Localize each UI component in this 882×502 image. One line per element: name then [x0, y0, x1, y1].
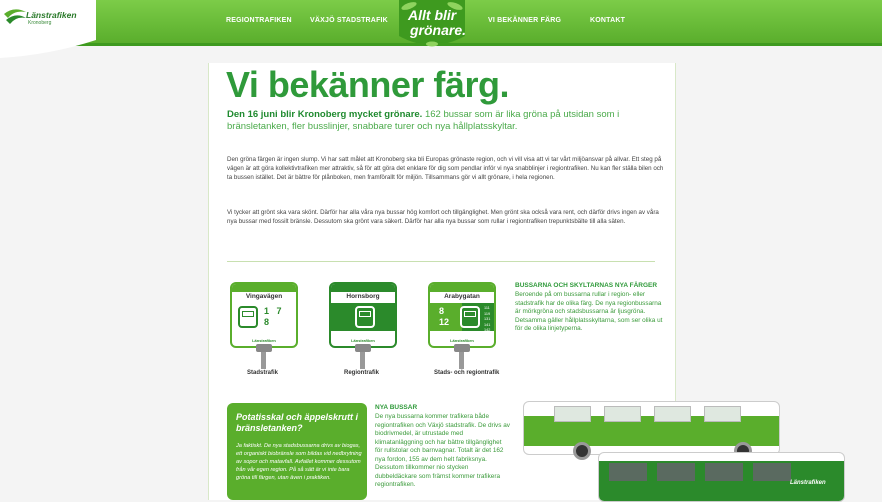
- bus-icon: [460, 306, 480, 328]
- nav-kontakt[interactable]: KONTAKT: [590, 17, 625, 24]
- slogan-line-1: Allt blir: [408, 7, 457, 23]
- sign-label-regiontrafik: Regiontrafik: [344, 370, 380, 376]
- lead-paragraph: Den 16 juni blir Kronoberg mycket grönar…: [227, 109, 667, 133]
- sign-logo: Länstrafiken: [450, 338, 474, 343]
- sign-line-numbers: 1 7 8: [264, 306, 282, 327]
- sign-pole: [261, 352, 266, 369]
- nav-vi-bekanner-farg[interactable]: VI BEKÄNNER FÄRG: [488, 17, 561, 24]
- new-buses-text: De nya bussarna kommer trafikera både re…: [375, 413, 510, 488]
- regional-bus-image: [598, 452, 845, 502]
- lead-bold: Den 16 juni blir Kronoberg mycket grönar…: [227, 109, 423, 120]
- slogan-line-2: grönare.: [410, 22, 467, 38]
- bus-icon: [238, 306, 258, 328]
- bus-logo: Länstrafiken: [790, 480, 826, 486]
- sign-stop-name: Hornsborg: [346, 293, 380, 300]
- bus-stop-sign-stadstrafik: Vingavägen 1 7 8 Länstrafiken: [230, 282, 298, 348]
- logo-name[interactable]: Länstrafiken: [26, 10, 77, 20]
- sign-pole: [459, 352, 464, 369]
- sign-pole-head: [256, 344, 272, 352]
- logo-sub: Kronoberg: [28, 20, 52, 26]
- bus-icon: [355, 306, 375, 328]
- sign-pole-head: [355, 344, 371, 352]
- sign-pole-head: [454, 344, 470, 352]
- bus-signs-text: Beroende på om bussarna rullar i region-…: [515, 291, 663, 332]
- bus-stop-sign-stads-och-regiontrafik: Arabygatan 8 12 111 119 131 141 142 144 …: [428, 282, 496, 348]
- sign-logo: Länstrafiken: [252, 338, 276, 343]
- sign-label-stadstrafik: Stadstrafik: [247, 370, 279, 376]
- sign-line-numbers: 8 12: [439, 306, 450, 327]
- new-buses-heading: NYA BUSSAR: [375, 404, 418, 411]
- body-paragraph-2: Vi tycker att grönt ska vara skönt. Därf…: [227, 209, 659, 225]
- biogas-info-title: Potatisskal och äppelskrutt i bränsletan…: [236, 412, 359, 433]
- sign-stop-name: Arabygatan: [444, 293, 480, 300]
- sign-pole: [360, 352, 365, 369]
- section-divider: [227, 261, 655, 262]
- logo-swoosh-icon[interactable]: [0, 0, 96, 58]
- sign-stop-name: Vingavägen: [245, 293, 283, 300]
- bus-wheel-icon: [573, 442, 591, 460]
- bus-stop-sign-regiontrafik: Hornsborg Länstrafiken: [329, 282, 397, 348]
- bus-signs-heading: BUSSARNA OCH SKYLTARNAS NYA FÄRGER: [515, 282, 658, 289]
- sign-label-stads-och-regiontrafik: Stads- och regiontrafik: [434, 370, 500, 376]
- biogas-info-text: Ja faktiskt. De nya stadsbussarna drivs …: [236, 443, 362, 481]
- sign-logo: Länstrafiken: [351, 338, 375, 343]
- body-paragraph-1: Den gröna färgen är ingen slump. Vi har …: [227, 156, 664, 181]
- page-title: Vi bekänner färg.: [226, 64, 509, 105]
- nav-vaxjo-stadstrafik[interactable]: VÄXJÖ STADSTRAFIK: [310, 17, 388, 24]
- nav-regiontrafiken[interactable]: REGIONTRAFIKEN: [226, 17, 292, 24]
